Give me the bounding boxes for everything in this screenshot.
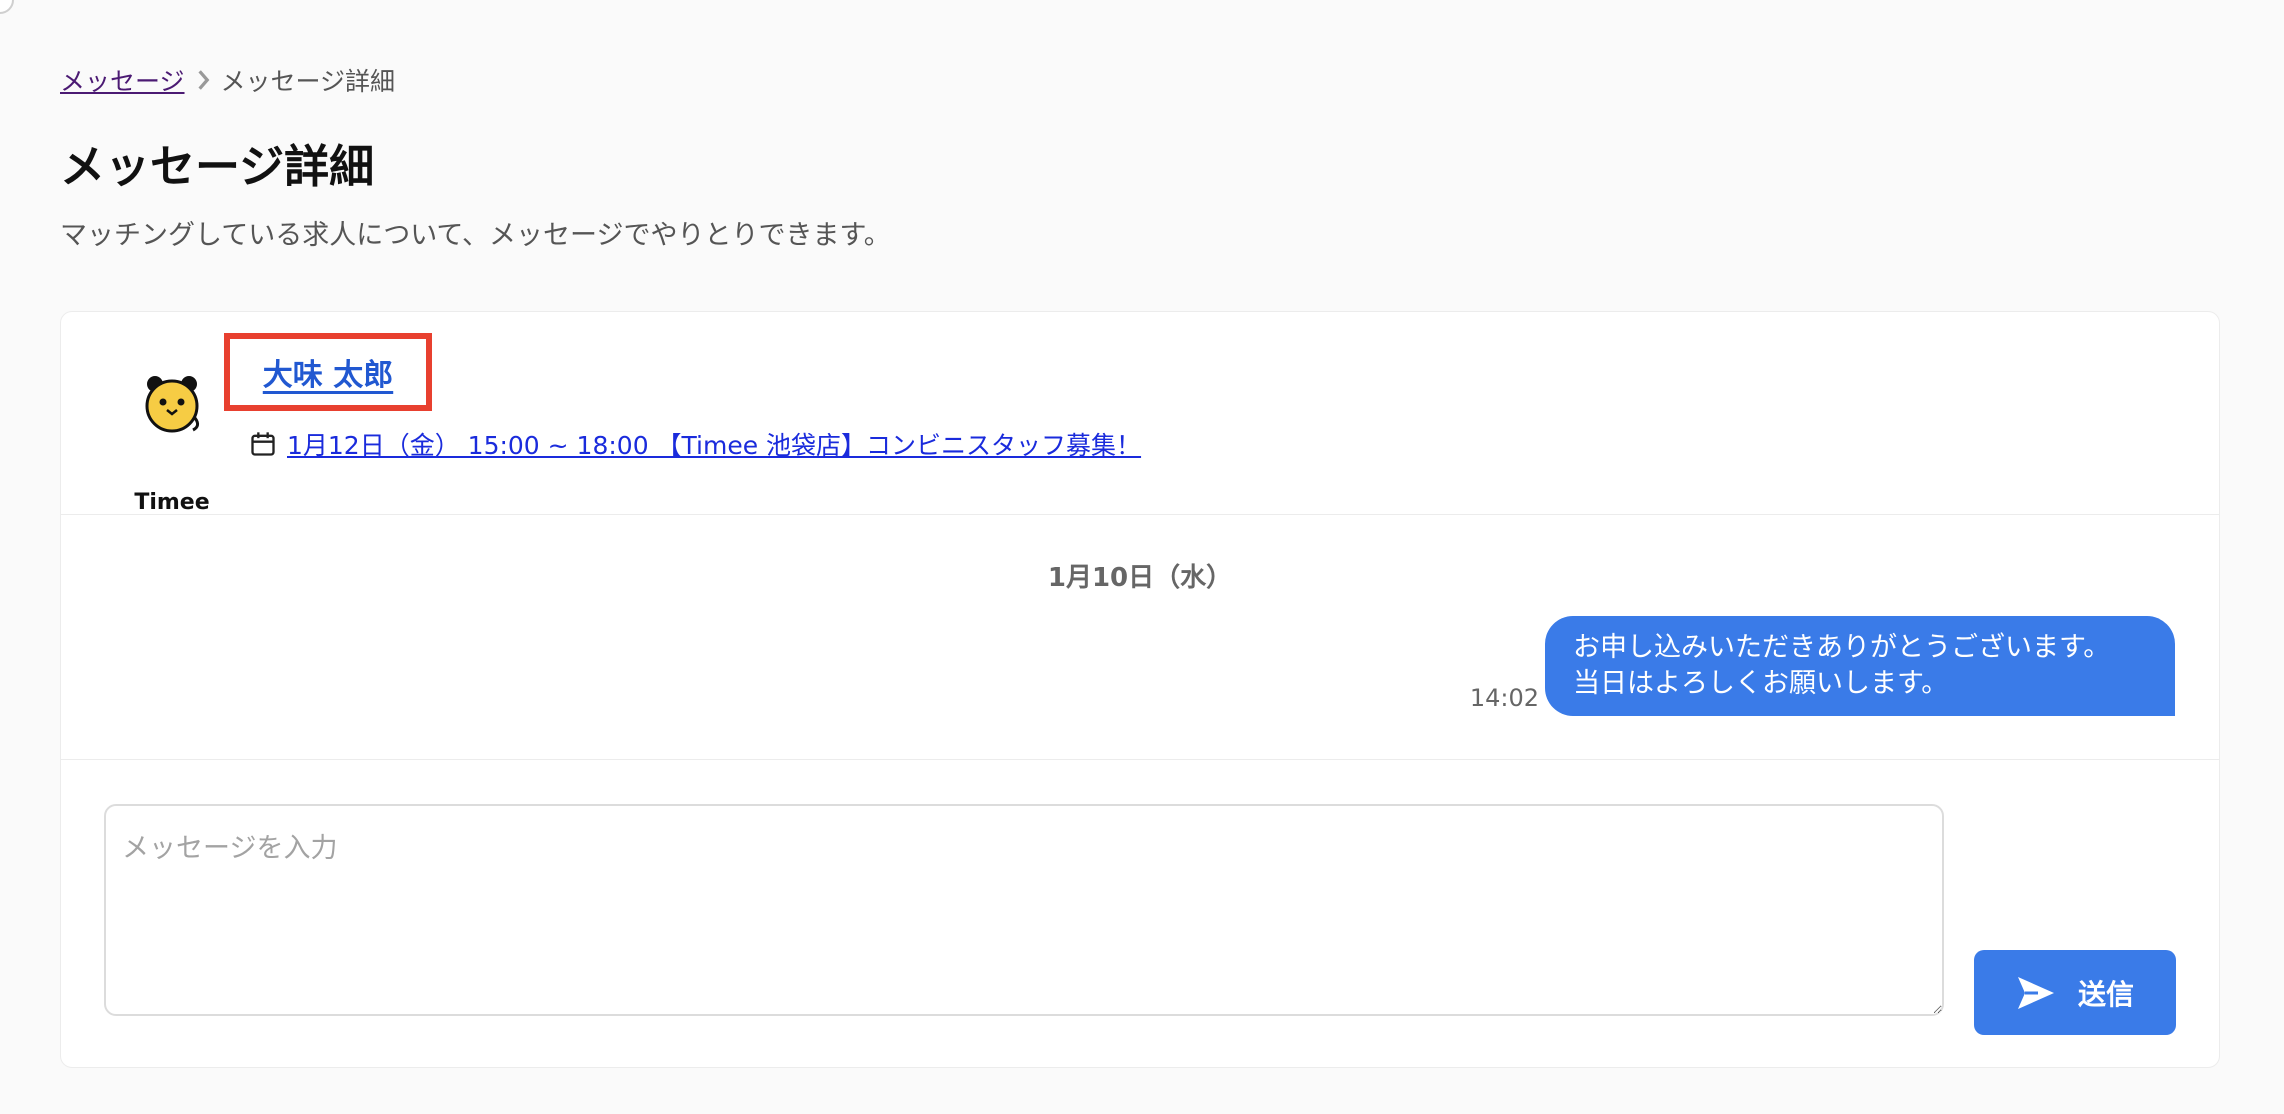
page-subtitle: マッチングしている求人について、メッセージでやりとりできます。 [60, 220, 891, 251]
message-line-2: 当日はよろしくお願いします。 [1573, 668, 1949, 699]
job-link[interactable]: 1月12日（金） 15:00 ~ 18:00 【Timee 池袋店】コンビニスタ… [287, 426, 1141, 462]
user-name-link[interactable]: 大味 太郎 [263, 350, 393, 394]
message-bubble: お申し込みいただきありがとうございます。 当日はよろしくお願いします。 [1545, 616, 2175, 716]
breadcrumb: メッセージ メッセージ詳細 [60, 62, 395, 98]
logo-text: Timee [134, 490, 210, 515]
breadcrumb-link-messages[interactable]: メッセージ [60, 62, 185, 98]
chevron-right-icon [197, 70, 209, 90]
message-detail-page: メッセージ メッセージ詳細 メッセージ詳細 マッチングしている求人について、メッ… [0, 0, 2284, 1114]
conversation-header: Timee 大味 太郎 1月12日（金） 15:00 ~ 18:00 【Time… [61, 312, 2219, 515]
message-time: 14:02 [1469, 684, 1539, 712]
corner-control[interactable] [0, 0, 14, 14]
page-title: メッセージ詳細 [60, 140, 375, 193]
message-list: 1月10日（水） 14:02 お申し込みいただきありがとうございます。 当日はよ… [61, 516, 2219, 760]
date-divider: 1月10日（水） [1047, 563, 1233, 593]
message-composer: 送信 [61, 761, 2219, 1067]
message-input[interactable] [104, 804, 1944, 1016]
send-button-label: 送信 [2077, 977, 2134, 1011]
timee-mascot-icon [145, 376, 200, 433]
breadcrumb-current: メッセージ詳細 [220, 67, 396, 96]
send-icon [2017, 976, 2054, 1009]
highlighted-name-box: 大味 太郎 [224, 333, 432, 411]
calendar-icon [251, 432, 275, 456]
job-row: 1月12日（金） 15:00 ~ 18:00 【Timee 池袋店】コンビニスタ… [249, 424, 1141, 464]
message-line-1: お申し込みいただきありがとうございます。 [1573, 632, 2111, 663]
timee-logo: Timee [129, 372, 215, 515]
send-button[interactable]: 送信 [1974, 950, 2176, 1035]
message-card: Timee 大味 太郎 1月12日（金） 15:00 ~ 18:00 【Time… [60, 311, 2220, 1068]
